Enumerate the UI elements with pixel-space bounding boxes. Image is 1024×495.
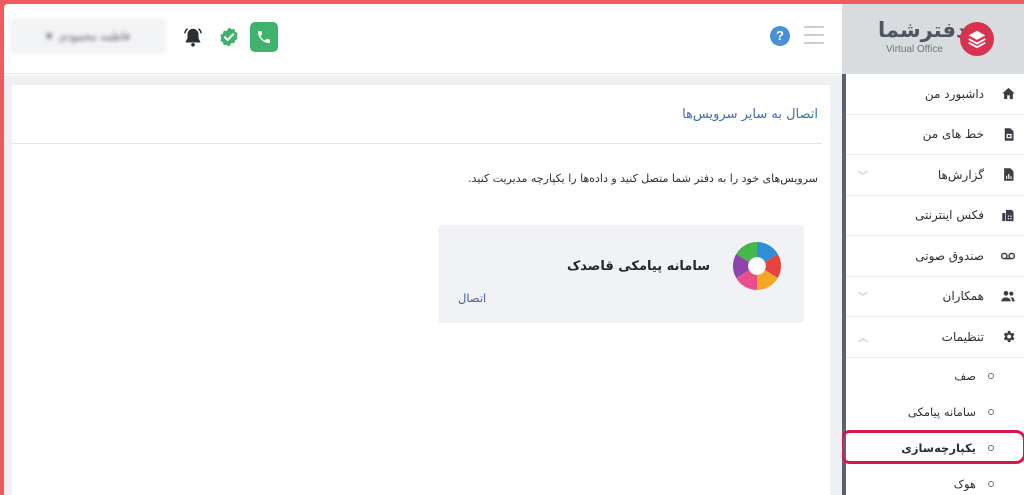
integrations-card: اتصال به سایر سرویس‌ها سرویس‌های خود را … xyxy=(12,85,830,495)
chevron-down-icon: ﹀ xyxy=(858,171,868,183)
sidebar-item-colleagues[interactable]: ﹀ همکاران xyxy=(846,277,1024,317)
brand-name: دفترشما xyxy=(878,18,967,42)
sidebar-subitem-label: سامانه پیامکی xyxy=(907,404,976,419)
bell-icon[interactable] xyxy=(182,26,204,48)
sim-icon xyxy=(1000,126,1016,142)
page-description: سرویس‌های خود را به دفتر شما متصل کنید و… xyxy=(468,172,818,185)
page-title: اتصال به سایر سرویس‌ها xyxy=(682,107,818,122)
bullet-icon xyxy=(988,408,994,415)
main-content: اتصال به سایر سرویس‌ها سرویس‌های خود را … xyxy=(4,75,842,495)
user-select-value: فاطمه محمودی xyxy=(58,29,130,43)
chevron-up-icon: ︿ xyxy=(858,333,868,345)
gear-icon xyxy=(1000,329,1016,345)
sidebar-item-settings[interactable]: ︿ تنظیمات xyxy=(846,317,1024,358)
bullet-icon xyxy=(988,480,994,487)
top-bar: ▼ فاطمه محمودی ? xyxy=(4,4,844,74)
sidebar-item-fax[interactable]: فکس اینترنتی xyxy=(846,196,1024,236)
sidebar-subitem-queue[interactable]: صف xyxy=(846,358,1024,394)
phone-button[interactable] xyxy=(250,22,278,52)
sidebar-item-label: فکس اینترنتی xyxy=(915,208,984,223)
service-name: سامانه پیامکی قاصدک xyxy=(566,259,710,274)
sidebar-item-label: داشبورد من xyxy=(924,86,984,101)
sidebar-item-label: تنظیمات xyxy=(941,329,984,344)
voicemail-icon xyxy=(1000,248,1016,264)
sidebar-subitem-label: هوک xyxy=(953,476,976,491)
sidebar-item-reports[interactable]: ﹀ گزارش‌ها xyxy=(846,155,1024,196)
users-icon xyxy=(1000,288,1016,304)
menu-icon[interactable] xyxy=(804,26,824,46)
caret-down-icon: ▼ xyxy=(46,31,53,41)
sidebar-subitem-integration[interactable]: یکپارچه‌سازی xyxy=(840,429,1024,466)
sidebar-item-label: گزارش‌ها xyxy=(937,167,984,182)
sidebar-item-my-lines[interactable]: خط های من xyxy=(846,115,1024,155)
sidebar-item-label: خط های من xyxy=(922,127,984,142)
ghasedak-logo-icon xyxy=(730,239,784,293)
sidebar: داشبورد من خط های من ﹀ گزارش‌ها فکس اینت… xyxy=(840,74,1024,495)
bullet-icon xyxy=(988,372,994,379)
bullet-icon xyxy=(988,444,994,451)
phone-icon xyxy=(258,31,270,43)
sidebar-item-voicemail[interactable]: صندوق صوتی xyxy=(846,236,1024,277)
chevron-down-icon: ﹀ xyxy=(858,292,868,304)
user-select[interactable]: ▼ فاطمه محمودی xyxy=(10,18,166,54)
app-window: ▼ فاطمه محمودی ? دفترشما Virtual Office … xyxy=(4,4,1024,495)
sidebar-item-dashboard[interactable]: داشبورد من xyxy=(846,74,1024,115)
service-card-ghasedak: سامانه پیامکی قاصدک اتصال xyxy=(438,225,804,323)
sidebar-subitem-hook[interactable]: هوک xyxy=(846,466,1024,495)
divider xyxy=(12,143,822,144)
home-icon xyxy=(1000,86,1016,102)
brand-header[interactable]: دفترشما Virtual Office xyxy=(842,4,1024,74)
sidebar-subitem-label: یکپارچه‌سازی xyxy=(901,440,976,455)
help-icon[interactable]: ? xyxy=(770,26,790,46)
fax-icon xyxy=(1000,207,1016,223)
verified-check-icon[interactable] xyxy=(218,26,240,48)
brand-logo-icon xyxy=(960,22,994,56)
report-icon xyxy=(1000,167,1016,183)
sidebar-subitem-sms[interactable]: سامانه پیامکی xyxy=(846,394,1024,430)
brand-subtitle: Virtual Office xyxy=(886,44,943,55)
sidebar-item-label: صندوق صوتی xyxy=(915,248,984,263)
sidebar-item-label: همکاران xyxy=(942,289,985,304)
connect-link[interactable]: اتصال xyxy=(458,291,486,305)
sidebar-subitem-label: صف xyxy=(954,368,976,383)
